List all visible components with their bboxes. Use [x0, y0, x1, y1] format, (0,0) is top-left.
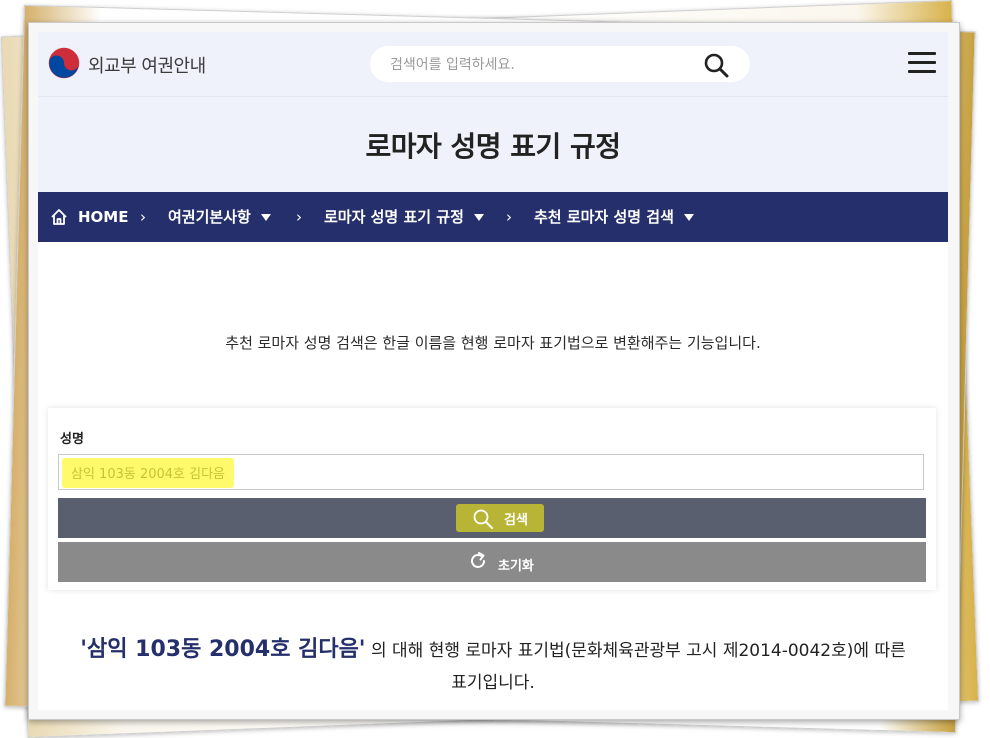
breadcrumb: HOME › 여권기본사항 › 로마자 성명 표기 규정 › 추천 로마자 성명… [38, 192, 948, 242]
reset-button-label: 초기화 [498, 559, 534, 574]
caret-down-icon [260, 214, 271, 221]
breadcrumb-label: 로마자 성명 표기 규정 [324, 208, 464, 226]
name-field-label: 성명 [60, 432, 84, 447]
header-bar: 외교부 여권안내 [38, 32, 948, 97]
caret-down-icon [683, 214, 694, 221]
site-brand[interactable]: 외교부 여권안내 [88, 52, 206, 78]
chevron-right-icon: › [296, 208, 302, 226]
search-input[interactable] [388, 54, 692, 76]
reset-button[interactable]: 초기화 [58, 542, 926, 582]
breadcrumb-item-name-search[interactable]: 추천 로마자 성명 검색 [534, 192, 694, 242]
government-emblem-icon [48, 47, 80, 79]
name-search-form: 성명 검색 초기화 [48, 408, 936, 590]
intro-description: 추천 로마자 성명 검색은 한글 이름을 현행 로마자 표기법으로 변환해주는 … [225, 334, 761, 352]
result-text: 의 대해 현행 로마자 표기법(문화체육관광부 고시 제2014-0042호)에… [365, 641, 906, 661]
search-icon[interactable] [702, 51, 730, 79]
webpage: 외교부 여권안내 로마자 성명 표기 규정 HOME › 여권기본사항 › 로마… [38, 32, 948, 710]
search-box [370, 46, 750, 82]
page-title: 로마자 성명 표기 규정 [365, 130, 621, 163]
breadcrumb-item-passport-basics[interactable]: 여권기본사항 [168, 192, 271, 242]
breadcrumb-home[interactable]: HOME [78, 192, 128, 242]
name-input[interactable] [58, 454, 924, 490]
search-button-label: 검색 [504, 513, 528, 528]
search-button-highlight [456, 504, 544, 532]
refresh-icon [471, 552, 485, 568]
title-band: 로마자 성명 표기 규정 [38, 97, 948, 192]
home-icon[interactable] [50, 208, 68, 226]
search-button[interactable]: 검색 [58, 498, 926, 538]
hamburger-menu-icon[interactable] [908, 52, 936, 76]
result-message: '삼익 103동 2004호 김다음' 의 대해 현행 로마자 표기법(문화체육… [58, 634, 928, 699]
chevron-right-icon: › [140, 208, 146, 226]
chevron-right-icon: › [506, 208, 512, 226]
breadcrumb-label: 여권기본사항 [168, 208, 251, 226]
search-icon [473, 509, 493, 529]
caret-down-icon [473, 214, 484, 221]
result-text-end: 표기입니다. [451, 673, 535, 693]
result-name: '삼익 103동 2004호 김다음' [80, 637, 366, 662]
breadcrumb-label: 추천 로마자 성명 검색 [534, 208, 674, 226]
breadcrumb-item-romanization-rules[interactable]: 로마자 성명 표기 규정 [324, 192, 484, 242]
